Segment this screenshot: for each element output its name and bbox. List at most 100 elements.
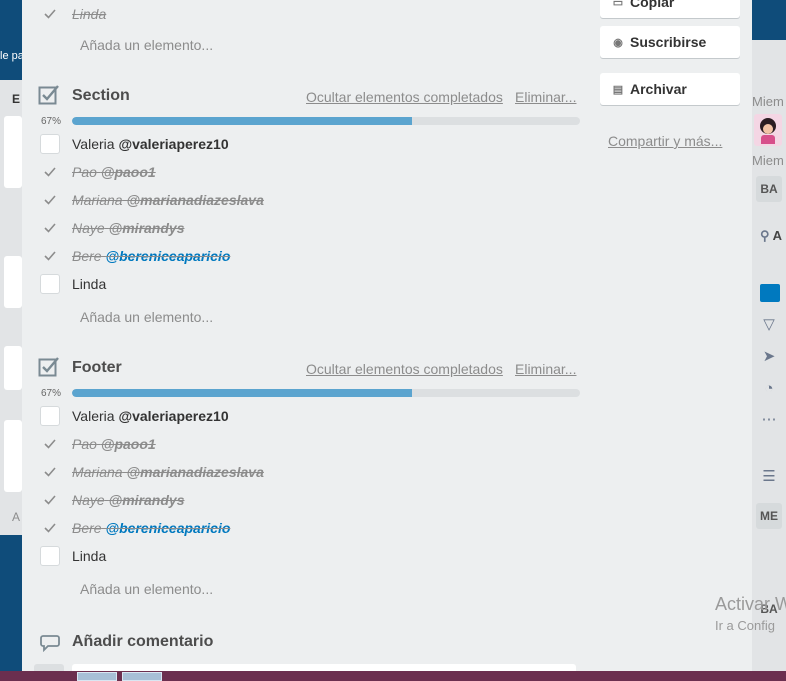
item-name: Naye <box>72 492 105 508</box>
item-label: Linda <box>72 276 106 292</box>
checkbox-unchecked[interactable] <box>40 406 60 426</box>
checklist-item[interactable]: Linda <box>38 4 578 26</box>
copy-icon: ▭ <box>612 0 624 9</box>
checkmark-icon <box>44 9 56 19</box>
member-mention[interactable]: @valeriaperez10 <box>118 136 228 152</box>
member-mention[interactable]: @valeriaperez10 <box>118 408 228 424</box>
copy-button[interactable]: ▭ Copiar <box>600 0 740 18</box>
checklist-item[interactable]: Bere @bereniceaparicio <box>38 246 578 268</box>
member-mention[interactable]: @bereniceaparicio <box>105 520 230 536</box>
share-more-link[interactable]: Compartir y más... <box>608 133 722 149</box>
member-badge[interactable]: ME <box>756 503 782 529</box>
board-card[interactable] <box>4 256 22 308</box>
checkbox-unchecked[interactable] <box>40 134 60 154</box>
progress-fill <box>72 389 413 397</box>
color-swatch[interactable] <box>760 284 780 302</box>
delete-checklist-link[interactable]: Eliminar... <box>515 89 576 105</box>
member-mention[interactable]: @paoo1 <box>101 436 156 452</box>
item-name: Bere <box>72 520 102 536</box>
filter-icon[interactable]: ▽ <box>760 316 778 334</box>
member-mention[interactable]: @bereniceaparicio <box>105 248 230 264</box>
item-name: Linda <box>72 548 107 564</box>
add-item-link[interactable]: Añada un elemento... <box>80 309 213 325</box>
progress-track <box>72 117 580 125</box>
activation-watermark: Activar W Ir a Config <box>715 594 786 633</box>
comment-header: Añadir comentario <box>38 632 438 654</box>
item-label: Valeria @valeriaperez10 <box>72 408 229 424</box>
comment-icon <box>40 635 60 652</box>
member-avatar[interactable] <box>754 114 782 146</box>
item-label: Naye @mirandys <box>72 220 184 236</box>
board-card[interactable] <box>4 420 22 492</box>
member-mention[interactable]: @paoo1 <box>101 164 156 180</box>
checkmark-icon <box>44 439 56 449</box>
send-icon[interactable]: ➤ <box>760 348 778 366</box>
archive-button[interactable]: ▤ Archivar <box>600 73 740 105</box>
checklist-item[interactable]: Mariana @marianadiazeslava <box>38 462 578 484</box>
add-item-link[interactable]: Añada un elemento... <box>80 37 213 53</box>
item-name: Pao <box>72 164 97 180</box>
checkbox-checked[interactable] <box>40 434 60 454</box>
member-mention[interactable]: @mirandys <box>109 492 185 508</box>
item-name: Valeria <box>72 136 115 152</box>
board-card[interactable] <box>4 116 22 188</box>
checklist-progress: 67% <box>38 388 580 399</box>
member-mention[interactable]: @mirandys <box>109 220 185 236</box>
hide-completed-link[interactable]: Ocultar elementos completados <box>306 89 503 105</box>
checkbox-checked[interactable] <box>40 518 60 538</box>
add-item-link[interactable]: Añada un elemento... <box>80 581 213 597</box>
member-badge[interactable]: BA <box>756 176 782 202</box>
more-icon[interactable]: ⋯ <box>760 411 778 429</box>
checkbox-checked[interactable] <box>40 246 60 266</box>
item-name: Valeria <box>72 408 115 424</box>
checkbox-checked[interactable] <box>40 162 60 182</box>
progress-percent: 67% <box>41 116 62 127</box>
taskbar-app-button[interactable] <box>122 672 162 681</box>
checklist-item[interactable]: Pao @paoo1 <box>38 434 578 456</box>
subscribe-label: Suscribirse <box>630 34 707 50</box>
item-label: Pao @paoo1 <box>72 436 156 452</box>
comment-input[interactable] <box>72 664 576 671</box>
subscribe-button[interactable]: ◉ Suscribirse <box>600 26 740 58</box>
board-list-letter: E <box>12 92 21 106</box>
member-mention[interactable]: @marianadiazeslava <box>126 464 263 480</box>
checklist-item[interactable]: Linda <box>38 546 578 568</box>
item-label: Naye @mirandys <box>72 492 184 508</box>
checklist-item[interactable]: Linda <box>38 274 578 296</box>
checklist-item[interactable]: Valeria @valeriaperez10 <box>38 406 578 428</box>
checklist-title[interactable]: Footer <box>72 359 122 377</box>
item-label: Linda <box>72 548 106 564</box>
checkbox-checked[interactable] <box>40 4 60 24</box>
checklist-item[interactable]: Naye @mirandys <box>38 490 578 512</box>
checklist-item[interactable]: Mariana @marianadiazeslava <box>38 190 578 212</box>
activity-icon[interactable]: ☰ <box>760 468 778 486</box>
board-add-card[interactable]: A <box>12 510 20 524</box>
checklist-item[interactable]: Valeria @valeriaperez10 <box>38 134 578 156</box>
checklist-item[interactable]: Naye @mirandys <box>38 218 578 240</box>
comment-title: Añadir comentario <box>72 633 214 650</box>
checkbox-unchecked[interactable] <box>40 274 60 294</box>
board-card[interactable] <box>4 346 22 390</box>
sticker-icon[interactable]: ◔ <box>760 380 778 398</box>
add-member-button[interactable]: ⚲ A <box>760 228 782 244</box>
taskbar-app-button[interactable] <box>77 672 117 681</box>
delete-checklist-link[interactable]: Eliminar... <box>515 361 576 377</box>
checklist-icon <box>38 85 59 105</box>
checklist-item[interactable]: Pao @paoo1 <box>38 162 578 184</box>
item-name: Naye <box>72 220 105 236</box>
checkbox-unchecked[interactable] <box>40 546 60 566</box>
checkmark-icon <box>44 223 56 233</box>
checkbox-checked[interactable] <box>40 218 60 238</box>
checklist-title[interactable]: Section <box>72 87 130 105</box>
checkbox-checked[interactable] <box>40 190 60 210</box>
archive-label: Archivar <box>630 81 687 97</box>
checklist-item[interactable]: Bere @bereniceaparicio <box>38 518 578 540</box>
checkbox-checked[interactable] <box>40 462 60 482</box>
checkbox-checked[interactable] <box>40 490 60 510</box>
checkmark-icon <box>44 195 56 205</box>
checklist-header: Footer Ocultar elementos completados Eli… <box>38 356 578 382</box>
member-mention[interactable]: @marianadiazeslava <box>126 192 263 208</box>
hide-completed-link[interactable]: Ocultar elementos completados <box>306 361 503 377</box>
item-label: Pao @paoo1 <box>72 164 156 180</box>
archive-icon: ▤ <box>612 83 624 96</box>
